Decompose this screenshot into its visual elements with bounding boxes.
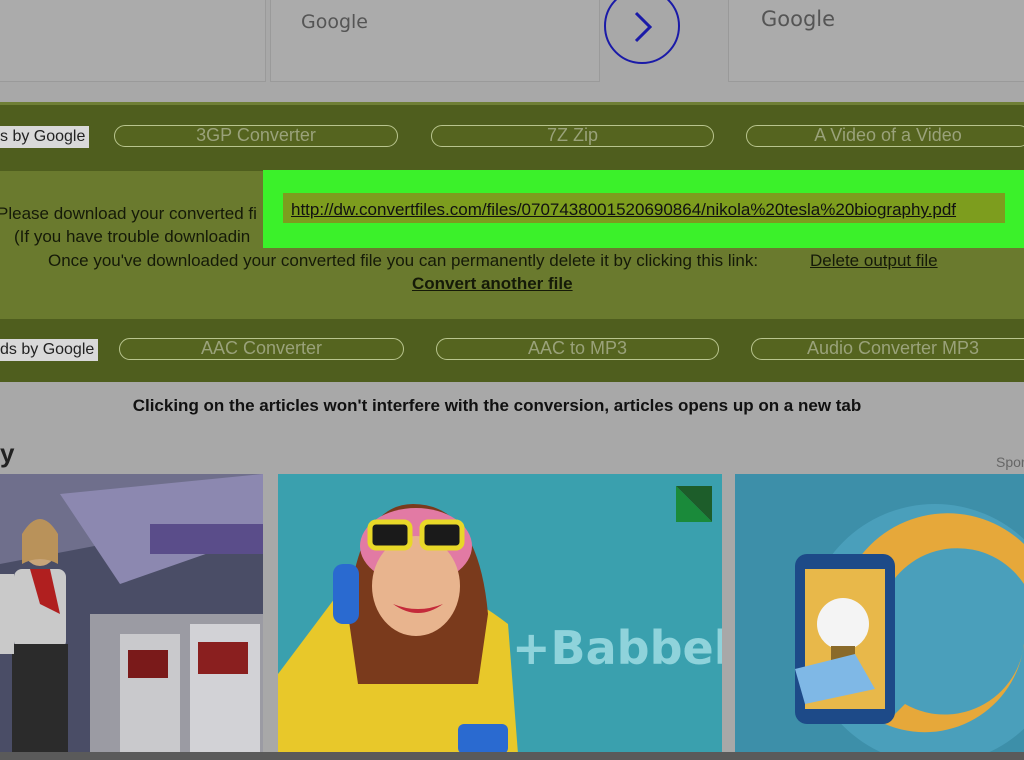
convert-another-file-link[interactable]: Convert another file [412,274,573,294]
airline-cabin-image [0,474,263,754]
ad-links-strip-bottom: ds by Google AAC Converter AAC to MP3 Au… [0,319,1024,382]
ad-card-google-label: Google [761,7,836,31]
sponsored-label: Spor [996,454,1024,470]
article-tile-babbel[interactable]: +Babbel [278,474,722,754]
chevron-right-icon [634,11,653,43]
top-ads-row: Google Google [0,0,1024,102]
articles-section: Clicking on the articles won't interfere… [0,382,1024,760]
delete-instruction-text: Once you've downloaded your converted fi… [48,251,759,270]
article-tile-phone-idea[interactable] [735,474,1024,754]
ad-card-right[interactable]: Google [728,0,1024,82]
trouble-download-text: (If you have trouble downloadin [14,227,251,246]
ad-card-middle[interactable]: Google [270,0,600,82]
download-link[interactable]: http://dw.convertfiles.com/files/0707438… [291,200,956,220]
ad-card-google-label: Google [301,11,369,33]
ad-link-aac-to-mp3[interactable]: AAC to MP3 [436,338,719,360]
ads-by-google-label[interactable]: ds by Google [0,339,99,361]
ad-card-left[interactable] [0,0,266,82]
section-heading-fragment: y [0,438,15,468]
article-tile-airline[interactable] [0,474,263,754]
next-arrow-button[interactable] [604,0,680,64]
download-instruction-text: Please download your converted fi [0,204,257,223]
ads-by-google-label[interactable]: s by Google [0,126,90,148]
articles-notice: Clicking on the articles won't interfere… [132,396,862,415]
ad-link-aac-converter[interactable]: AAC Converter [119,338,404,360]
ad-link-a-video-of-a-video[interactable]: A Video of a Video [746,125,1024,147]
phone-lightbulb-image [735,474,1024,754]
ad-links-strip-top: s by Google 3GP Converter 7Z Zip A Video… [0,105,1024,171]
babbel-ad-image: +Babbel [278,474,722,754]
ad-link-3gp-converter[interactable]: 3GP Converter [114,125,398,147]
delete-output-file-link[interactable]: Delete output file [810,251,938,271]
babbel-brand-text: +Babbel [512,621,722,675]
bottom-tile-strip [0,752,1024,760]
ad-link-audio-converter-mp3[interactable]: Audio Converter MP3 [751,338,1024,360]
ad-link-7z-zip[interactable]: 7Z Zip [431,125,714,147]
